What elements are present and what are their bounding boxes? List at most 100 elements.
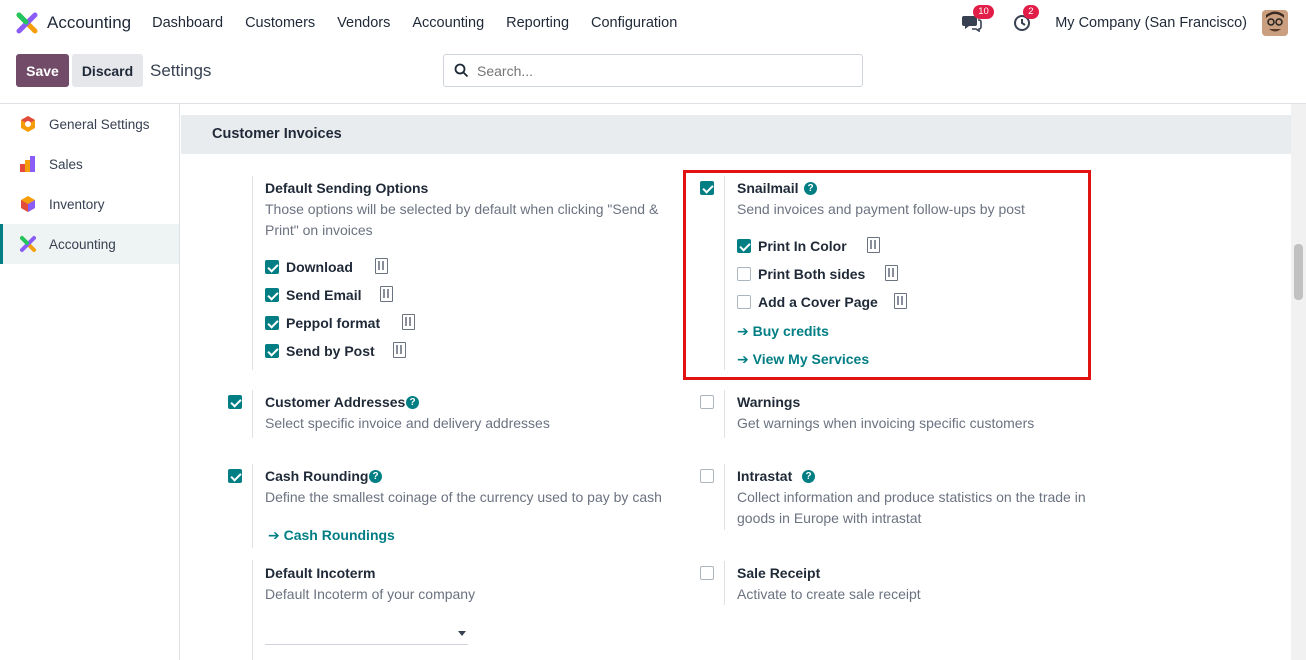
sale-receipt-checkbox[interactable] <box>700 566 714 580</box>
default-incoterm-desc: Default Incoterm of your company <box>265 586 476 602</box>
help-icon[interactable]: ? <box>369 470 382 483</box>
company-building-icon <box>867 237 880 253</box>
divider <box>252 464 253 548</box>
sidebar-item-general-settings[interactable]: General Settings <box>0 104 179 144</box>
help-icon[interactable]: ? <box>802 470 815 483</box>
menu-customers[interactable]: Customers <box>245 15 315 31</box>
settings-content: Customer Invoices Default Sending Option… <box>181 104 1291 660</box>
add-cover-page-checkbox[interactable] <box>737 295 751 309</box>
menu-dashboard[interactable]: Dashboard <box>152 15 223 31</box>
search-input[interactable] <box>477 62 847 79</box>
warnings-desc: Get warnings when invoicing specific cus… <box>737 415 1035 431</box>
menu-accounting[interactable]: Accounting <box>412 15 484 31</box>
systray: 10 2 My Company (San Francisco) <box>961 0 1288 46</box>
messages-icon[interactable]: 10 <box>961 5 994 34</box>
intrastat-checkbox[interactable] <box>700 469 714 483</box>
divider <box>252 390 253 438</box>
accounting-logo-icon <box>18 234 38 254</box>
buy-credits-link[interactable]: ➔ Buy credits <box>737 323 829 340</box>
save-button[interactable]: Save <box>16 54 69 87</box>
top-navbar: Accounting Dashboard Customers Vendors A… <box>0 0 1306 46</box>
divider <box>724 390 725 438</box>
default-sending-title: Default Sending Options <box>265 180 429 196</box>
messages-count-badge: 10 <box>973 5 994 19</box>
help-icon[interactable]: ? <box>804 182 817 195</box>
download-checkbox[interactable] <box>265 260 279 274</box>
control-panel: Save Discard Settings <box>0 46 1306 104</box>
cash-roundings-link[interactable]: ➔ Cash Roundings <box>268 527 395 544</box>
app-brand[interactable]: Accounting <box>16 12 131 34</box>
inventory-box-icon <box>18 194 38 214</box>
download-label: Download <box>286 259 353 275</box>
discard-button[interactable]: Discard <box>72 54 143 87</box>
send-by-post-label: Send by Post <box>286 343 375 359</box>
company-building-icon <box>393 342 406 358</box>
section-title: Customer Invoices <box>181 115 1291 154</box>
company-building-icon <box>402 314 415 330</box>
sidebar-item-label: Sales <box>49 156 83 172</box>
sidebar-item-label: Inventory <box>49 196 105 212</box>
menu-reporting[interactable]: Reporting <box>506 15 569 31</box>
default-sending-desc: Those options will be selected by defaul… <box>265 201 659 238</box>
search-icon <box>454 63 469 78</box>
app-name: Accounting <box>47 13 132 32</box>
cash-rounding-title: Cash Rounding <box>265 468 369 484</box>
sidebar-item-sales[interactable]: Sales <box>0 144 179 184</box>
menu-vendors[interactable]: Vendors <box>337 15 390 31</box>
menu-configuration[interactable]: Configuration <box>591 15 677 31</box>
send-by-post-checkbox[interactable] <box>265 344 279 358</box>
default-incoterm-title: Default Incoterm <box>265 565 376 581</box>
print-in-color-label: Print In Color <box>758 238 847 254</box>
sale-receipt-title: Sale Receipt <box>737 565 821 581</box>
send-email-label: Send Email <box>286 287 362 303</box>
send-email-checkbox[interactable] <box>265 288 279 302</box>
customer-addresses-title: Customer Addresses <box>265 394 406 410</box>
scrollbar[interactable] <box>1291 104 1306 660</box>
settings-gear-icon <box>18 114 38 134</box>
divider <box>724 561 725 605</box>
company-building-icon <box>380 286 393 302</box>
help-icon[interactable]: ? <box>406 396 419 409</box>
snailmail-desc: Send invoices and payment follow-ups by … <box>737 201 1025 217</box>
customer-addresses-checkbox[interactable] <box>228 395 242 409</box>
chevron-down-icon <box>458 631 466 636</box>
divider <box>252 176 253 370</box>
divider <box>252 560 253 660</box>
company-building-icon <box>885 265 898 281</box>
accounting-logo-icon <box>16 12 38 34</box>
sale-receipt-desc: Activate to create sale receipt <box>737 586 921 602</box>
sidebar-item-label: Accounting <box>49 236 116 252</box>
warnings-checkbox[interactable] <box>700 395 714 409</box>
print-in-color-checkbox[interactable] <box>737 239 751 253</box>
peppol-format-label: Peppol format <box>286 315 381 331</box>
sales-chart-icon <box>18 154 38 174</box>
cash-rounding-checkbox[interactable] <box>228 469 242 483</box>
search-box <box>443 54 863 87</box>
user-avatar[interactable] <box>1262 10 1288 36</box>
cash-rounding-desc: Define the smallest coinage of the curre… <box>265 489 662 505</box>
intrastat-title: Intrastat <box>737 468 793 484</box>
scrollbar-thumb[interactable] <box>1294 244 1303 300</box>
main-menu: Dashboard Customers Vendors Accounting R… <box>152 15 699 31</box>
sidebar-item-label: General Settings <box>49 116 150 132</box>
incoterm-select[interactable] <box>265 621 468 645</box>
company-switcher[interactable]: My Company (San Francisco) <box>1055 15 1247 31</box>
customer-addresses-desc: Select specific invoice and delivery add… <box>265 415 550 431</box>
view-my-services-link[interactable]: ➔ View My Services <box>737 351 869 368</box>
settings-sidebar: General Settings Sales Inventory Account… <box>0 104 180 660</box>
warnings-title: Warnings <box>737 394 801 410</box>
print-both-sides-label: Print Both sides <box>758 266 866 282</box>
print-both-sides-checkbox[interactable] <box>737 267 751 281</box>
company-building-icon <box>894 293 907 309</box>
intrastat-desc: Collect information and produce statisti… <box>737 489 1086 526</box>
snailmail-checkbox[interactable] <box>700 181 714 195</box>
snailmail-title: Snailmail <box>737 180 799 196</box>
activities-count-badge: 2 <box>1023 5 1039 19</box>
activities-clock-icon[interactable]: 2 <box>1011 5 1039 34</box>
peppol-format-checkbox[interactable] <box>265 316 279 330</box>
sidebar-item-inventory[interactable]: Inventory <box>0 184 179 224</box>
sidebar-item-accounting[interactable]: Accounting <box>0 224 179 264</box>
page-title: Settings <box>150 61 212 80</box>
divider <box>724 464 725 530</box>
company-building-icon <box>375 258 388 274</box>
